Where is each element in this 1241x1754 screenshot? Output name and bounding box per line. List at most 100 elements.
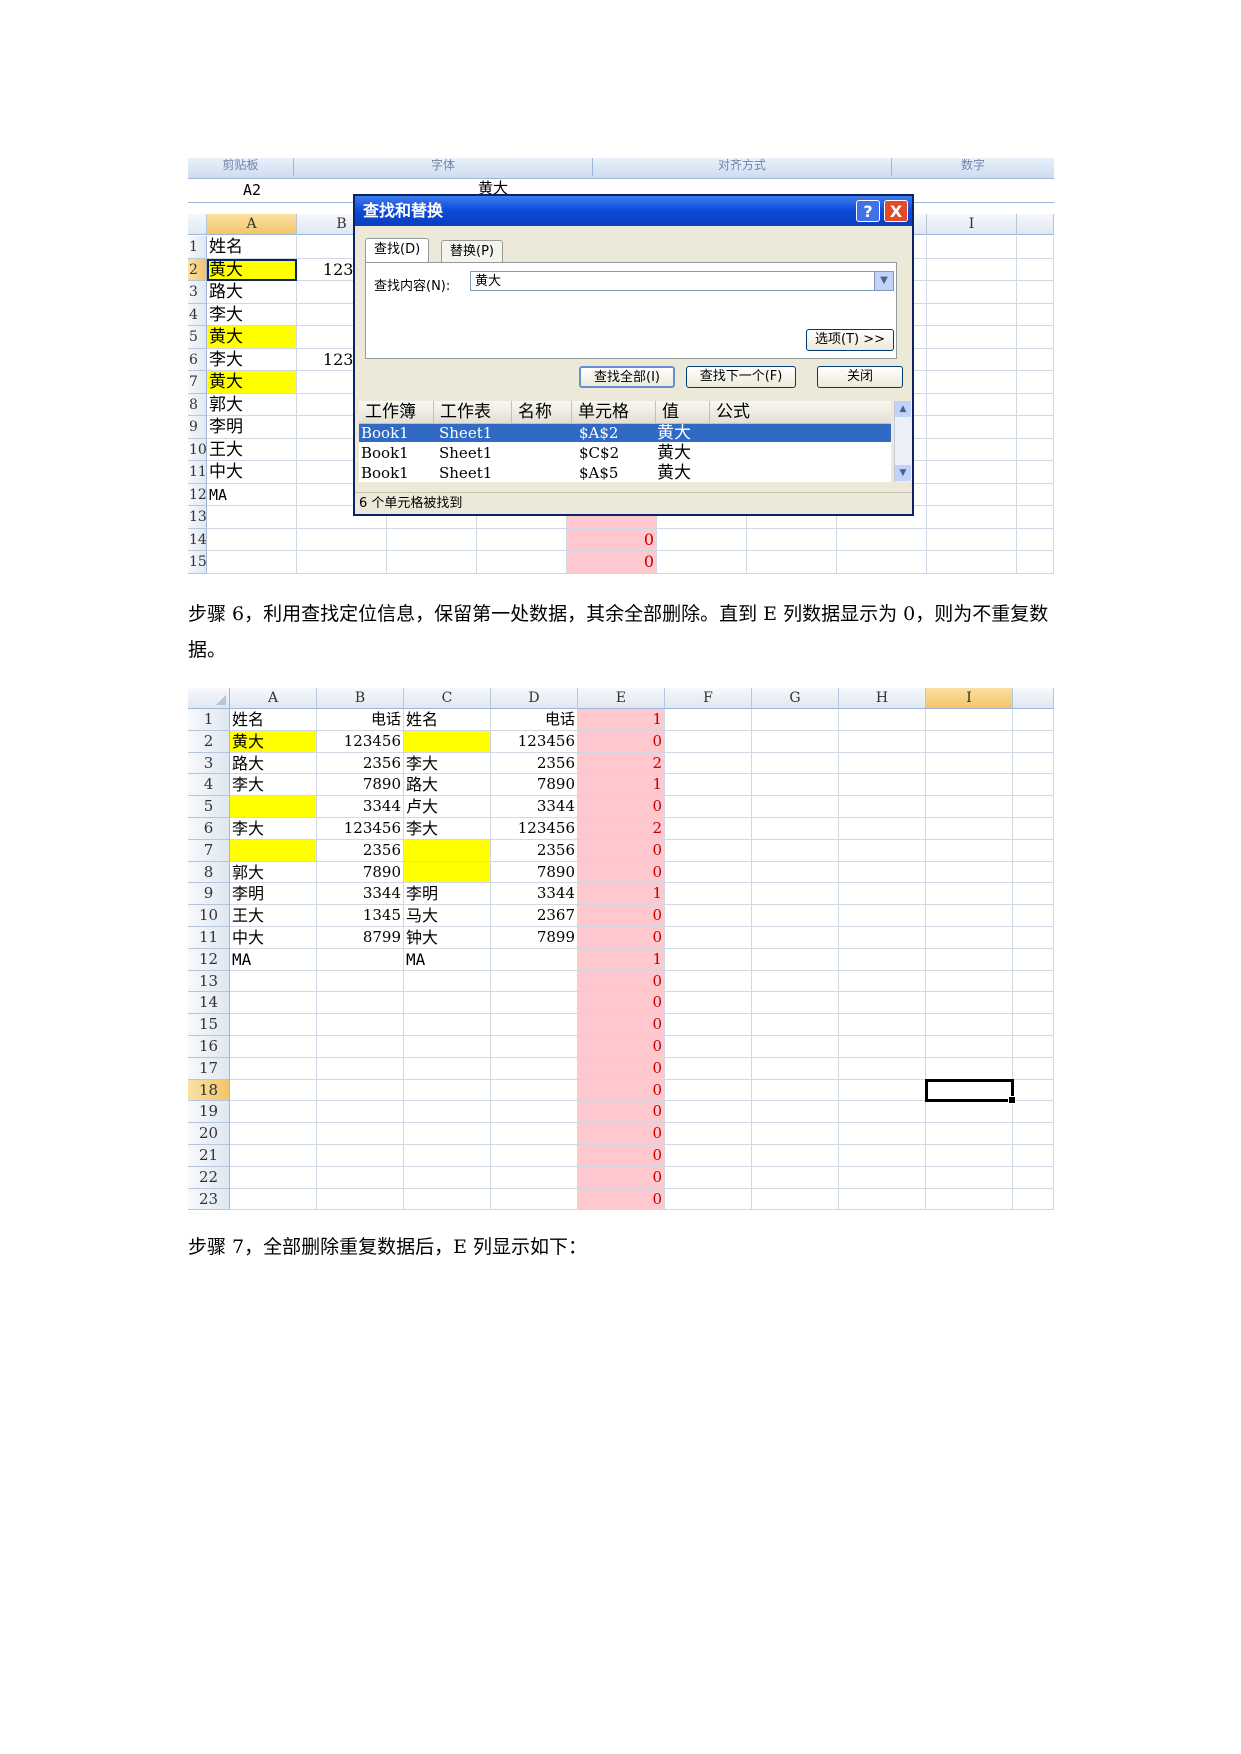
cell[interactable] [927,416,1017,439]
cell[interactable] [1013,1036,1054,1058]
cell[interactable] [665,774,752,797]
cell[interactable] [839,927,926,949]
cell[interactable] [1017,506,1054,529]
cell[interactable] [230,1166,317,1189]
cell[interactable]: 李大 [230,774,317,797]
cell[interactable] [927,303,1017,326]
cell[interactable] [927,483,1017,506]
cell[interactable] [207,506,297,529]
cell[interactable] [491,1166,578,1189]
column-header[interactable]: F [665,688,752,709]
cell[interactable] [839,839,926,862]
cell[interactable] [665,1188,752,1211]
row-header[interactable]: 4 [188,303,207,326]
row-header[interactable]: 5 [188,326,207,349]
cell[interactable]: 卢大 [404,796,491,818]
cell[interactable] [317,1188,404,1211]
cell[interactable] [317,1057,404,1080]
cell[interactable] [927,438,1017,461]
find-all-button[interactable]: 查找全部(I) [579,366,675,388]
cell[interactable]: 电话 [491,709,578,731]
cell[interactable]: 0 [567,551,657,574]
select-all-corner[interactable] [188,214,207,235]
cell[interactable] [1017,528,1054,551]
cell[interactable]: 123456 [317,818,404,840]
cell[interactable]: 0 [578,1057,665,1080]
cell[interactable]: 王大 [230,905,317,927]
column-header[interactable]: B [317,688,404,709]
cell[interactable]: 李明 [404,883,491,906]
cell[interactable] [927,326,1017,349]
cell[interactable] [1013,1014,1054,1036]
cell[interactable]: 路大 [207,281,297,304]
cell[interactable] [317,970,404,993]
cell[interactable] [752,905,839,927]
row-header[interactable]: 9 [188,416,207,439]
cell[interactable] [491,1101,578,1124]
ribbon-group-number[interactable]: 数字 [892,158,1054,176]
cell[interactable] [230,1145,317,1167]
row-header[interactable]: 6 [188,348,207,371]
row-header[interactable]: 13 [188,970,230,993]
result-row[interactable]: Book1 Sheet1 $A$5 黄大 [359,464,891,482]
cell[interactable] [1013,774,1054,797]
results-scrollbar[interactable]: ▲ ▼ [894,401,912,482]
cell[interactable] [665,818,752,840]
row-header[interactable]: 12 [188,483,207,506]
cell[interactable] [752,1101,839,1124]
cell[interactable]: 2356 [317,752,404,775]
row-header[interactable]: 6 [188,818,230,840]
cell[interactable] [752,752,839,775]
cell[interactable] [665,861,752,884]
cell[interactable]: 7890 [317,774,404,797]
row-header[interactable]: 10 [188,438,207,461]
active-cell-cursor[interactable] [925,1078,1016,1105]
cell[interactable]: 李明 [230,883,317,906]
cell[interactable]: 0 [578,905,665,927]
row-header[interactable]: 3 [188,281,207,304]
cell[interactable] [230,1123,317,1145]
cell[interactable] [665,1166,752,1189]
result-row[interactable]: Book1 Sheet1 $A$2 黄大 [359,424,891,442]
cell[interactable] [926,1057,1013,1080]
cell[interactable]: 郭大 [207,393,297,416]
cell[interactable] [839,883,926,906]
cell[interactable] [752,1166,839,1189]
cell[interactable] [317,1123,404,1145]
cell[interactable] [1017,258,1054,281]
cell[interactable] [665,752,752,775]
find-input[interactable]: 黄大 ▼ [470,271,894,291]
cell[interactable] [491,948,578,971]
cell[interactable]: 0 [578,861,665,884]
cell[interactable]: 7890 [491,774,578,797]
cell[interactable] [230,796,317,818]
cell[interactable] [752,1057,839,1080]
cell[interactable] [665,970,752,993]
cell[interactable] [752,1145,839,1167]
cell[interactable] [839,1166,926,1189]
cell[interactable] [839,1123,926,1145]
cell[interactable] [839,1036,926,1058]
cell[interactable] [752,839,839,862]
cell[interactable] [404,861,491,884]
cell[interactable] [1013,839,1054,862]
cell[interactable]: 7890 [317,861,404,884]
cell[interactable] [1013,709,1054,731]
cell[interactable] [839,905,926,927]
cell[interactable] [839,796,926,818]
column-header[interactable]: I [927,214,1017,235]
cell[interactable] [926,818,1013,840]
cell[interactable]: 8799 [317,927,404,949]
cell[interactable]: 123456 [491,730,578,753]
cell[interactable]: 2 [578,818,665,840]
cell[interactable] [752,1036,839,1058]
cell[interactable] [230,992,317,1015]
cell[interactable]: 马大 [404,905,491,927]
cell[interactable] [477,551,567,574]
cell[interactable] [657,551,747,574]
cell[interactable] [404,1014,491,1036]
scroll-down-icon[interactable]: ▼ [895,465,911,481]
cell[interactable] [491,1036,578,1058]
cell[interactable] [1013,1188,1054,1211]
cell[interactable] [665,883,752,906]
